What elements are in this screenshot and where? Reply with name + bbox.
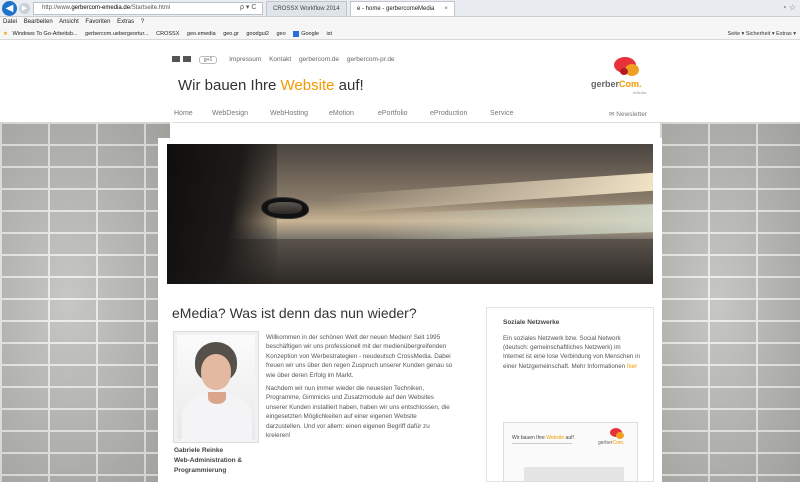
address-bar[interactable]: http://www.gerbercom-emedia.de/Startseit… — [33, 2, 263, 15]
thumb-text: auf! — [564, 435, 574, 441]
favorite-link[interactable]: Windows To Go-Arbeitsb... — [12, 31, 77, 37]
more-link[interactable]: hier — [627, 363, 637, 370]
favorite-link[interactable]: ist — [327, 31, 333, 37]
headline-highlight: Website — [280, 77, 335, 94]
menu-datei[interactable]: Datei — [3, 19, 17, 25]
sidebar-text: Ein soziales Netzwerk bzw. Social Networ… — [503, 334, 643, 371]
gplus-button[interactable]: g+1 — [198, 56, 218, 64]
home-favorites-icons[interactable]: ◔ ☆ — [782, 3, 796, 12]
address-controls[interactable]: ρ ▾ C — [240, 2, 256, 13]
back-button[interactable]: ◀ — [2, 1, 17, 16]
address-row: ◀ ▶ http://www.gerbercom-emedia.de/Start… — [0, 0, 800, 17]
photo-neck — [208, 392, 226, 404]
nav-divider — [172, 122, 660, 123]
nav-webhosting[interactable]: WebHosting — [270, 110, 308, 117]
nav-service[interactable]: Service — [490, 110, 513, 117]
logo-tagline: eMedia — [633, 90, 647, 95]
link-impressum[interactable]: Impressum — [229, 56, 261, 63]
menu-help[interactable]: ? — [141, 19, 144, 25]
nav-webdesign[interactable]: WebDesign — [212, 110, 248, 117]
favorite-link[interactable]: goodgui2 — [246, 31, 269, 37]
url-path: /Startseite.html — [130, 5, 171, 11]
tab-crossx[interactable]: CROSSX Workflow 2014 — [266, 1, 347, 16]
headline-start: Wir bauen Ihre — [178, 77, 281, 94]
nav-home[interactable]: Home — [174, 110, 193, 117]
link-kontakt[interactable]: Kontakt — [269, 56, 291, 63]
forward-button[interactable]: ▶ — [19, 3, 30, 14]
google-icon — [293, 30, 300, 37]
site-headline: Wir bauen Ihre Website auf! — [178, 77, 364, 94]
car-silhouette — [167, 144, 277, 284]
caption-name: Gabriele Reinke — [174, 447, 224, 454]
menu-bar: Datei Bearbeiten Ansicht Favoriten Extra… — [0, 17, 800, 28]
logo-text-accent: Com. — [612, 440, 625, 446]
favorites-star-icon[interactable]: ★ — [3, 31, 8, 37]
thumbnail-headline: Wir bauen Ihre Website auf! — [512, 435, 574, 441]
page-title: eMedia? Was ist denn das nun wieder? — [172, 305, 417, 321]
brick-wall-right — [660, 122, 800, 482]
flag-icon[interactable] — [183, 56, 191, 63]
sidebar-title: Soziale Netzwerke — [503, 319, 560, 326]
favorite-link[interactable]: geo.emedia — [187, 31, 216, 37]
favorite-link[interactable]: geo — [277, 31, 286, 37]
gerbercom-logo[interactable]: gerberCom. eMedia — [591, 55, 655, 97]
favorite-link[interactable]: gerbercom.uebergeortur... — [85, 31, 149, 37]
thumbnail-bar — [524, 467, 624, 481]
caption-role: Programmierung — [174, 467, 227, 474]
brick-wall-left — [0, 122, 170, 482]
newsletter-link[interactable]: ✉ Newsletter — [609, 110, 647, 118]
thumbnail-logo: gerberCom. — [598, 428, 632, 450]
portrait-photo — [173, 331, 259, 443]
intro-paragraph: Nachdem wir nun immer wieder die neueste… — [266, 385, 450, 440]
logo-bubble — [620, 68, 628, 75]
thumbnail-divider — [512, 443, 572, 444]
thumb-text-highlight: Website — [546, 435, 565, 441]
web-page: g+1 Impressum Kontakt gerbercom.de gerbe… — [0, 40, 800, 482]
browser-chrome: ◀ ▶ http://www.gerbercom-emedia.de/Start… — [0, 0, 800, 40]
logo-wordmark: gerberCom. — [591, 79, 642, 89]
close-tab-icon[interactable]: × — [444, 6, 448, 12]
flag-icon[interactable] — [172, 56, 180, 63]
favorite-google[interactable]: Google — [293, 30, 319, 37]
newsletter-label: Newsletter — [616, 111, 647, 118]
menu-extras[interactable]: Extras — [117, 19, 134, 25]
link-gerbercom[interactable]: gerbercom.de — [299, 56, 339, 63]
favorite-label: Google — [301, 31, 319, 37]
nav-emotion[interactable]: eMotion — [329, 110, 354, 117]
logo-text: gerber — [591, 79, 620, 89]
menu-ansicht[interactable]: Ansicht — [59, 19, 79, 25]
url-host: gerbercom-emedia.de — [71, 5, 131, 11]
menu-bearbeiten[interactable]: Bearbeiten — [24, 19, 53, 25]
favorite-link[interactable]: CROSSX — [156, 31, 179, 37]
thumb-logo-wordmark: gerberCom. — [598, 440, 624, 446]
menu-favoriten[interactable]: Favoriten — [85, 19, 110, 25]
tab-gerbercom[interactable]: e - home - gerbercomeMedia × — [350, 1, 455, 16]
caption-role: Web-Administration & — [174, 457, 243, 464]
side-mirror — [261, 197, 309, 219]
link-gerbercom-pr[interactable]: gerbercom-pr.de — [347, 56, 395, 63]
logo-text-accent: Com. — [619, 79, 642, 89]
site-thumbnail[interactable]: Wir bauen Ihre Website auf! gerberCom. — [503, 422, 638, 482]
intro-text: Willkommen in der schönen Welt der neuen… — [266, 333, 454, 444]
favorites-bar: ★ Windows To Go-Arbeitsb... gerbercom.ue… — [0, 28, 800, 40]
url-prefix: http://www. — [42, 5, 72, 11]
envelope-icon: ✉ — [609, 111, 615, 118]
nav-eproduction[interactable]: eProduction — [430, 110, 467, 117]
hero-image — [167, 144, 653, 284]
intro-paragraph: Willkommen in der schönen Welt der neuen… — [266, 334, 453, 379]
command-bar-tools[interactable]: Seite ▾ Sicherheit ▾ Extras ▾ — [727, 28, 796, 40]
favorite-link[interactable]: geo.gr — [223, 31, 239, 37]
logo-text: gerber — [598, 440, 613, 446]
logo-bubble — [616, 432, 624, 439]
tab-label: e - home - gerbercomeMedia — [357, 6, 435, 12]
tab-label: CROSSX Workflow 2014 — [273, 6, 340, 12]
thumb-text: Wir bauen Ihre — [512, 435, 547, 441]
headline-end: auf! — [334, 77, 364, 94]
nav-eportfolio[interactable]: ePortfolio — [378, 110, 408, 117]
photo-face — [201, 354, 231, 390]
sidebar-body: Ein soziales Netzwerk bzw. Social Networ… — [503, 335, 640, 370]
photo-caption: Gabriele Reinke Web-Administration & Pro… — [174, 446, 242, 476]
top-links: g+1 Impressum Kontakt gerbercom.de gerbe… — [172, 56, 401, 64]
